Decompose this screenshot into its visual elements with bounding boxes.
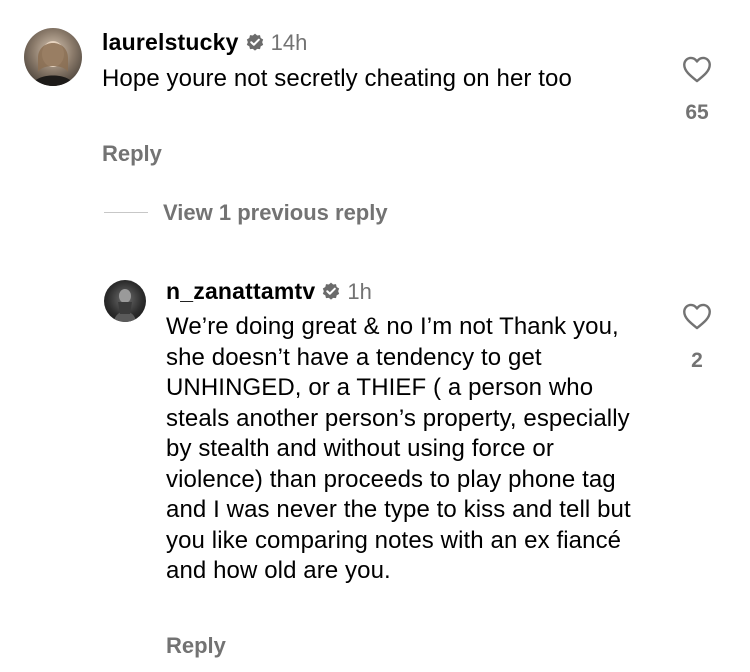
username[interactable]: laurelstucky [102,29,239,55]
reply-button[interactable]: Reply [102,141,162,167]
comment-header: n_zanattamtv 1h [166,278,372,305]
username[interactable]: n_zanattamtv [166,278,315,304]
reply-button[interactable]: Reply [166,633,226,659]
comment-header: laurelstucky 14h [102,29,307,56]
avatar[interactable] [24,28,82,86]
like-count: 65 [685,101,709,124]
avatar[interactable] [104,280,146,322]
verified-badge-icon [246,33,263,51]
heart-icon[interactable] [680,299,714,333]
view-previous-replies[interactable]: View 1 previous reply [163,200,388,226]
verified-badge-icon [323,282,340,300]
like-count: 2 [691,349,703,372]
avatar-photo [32,41,74,86]
avatar-photo [114,289,136,322]
heart-icon[interactable] [680,52,714,86]
timestamp: 1h [347,279,372,304]
comment-text: Hope youre not secretly cheating on her … [102,65,572,92]
timestamp: 14h [270,30,308,55]
thread-divider [104,212,148,213]
comment-text: We’re doing great & no I’m not Thank you… [166,313,631,584]
